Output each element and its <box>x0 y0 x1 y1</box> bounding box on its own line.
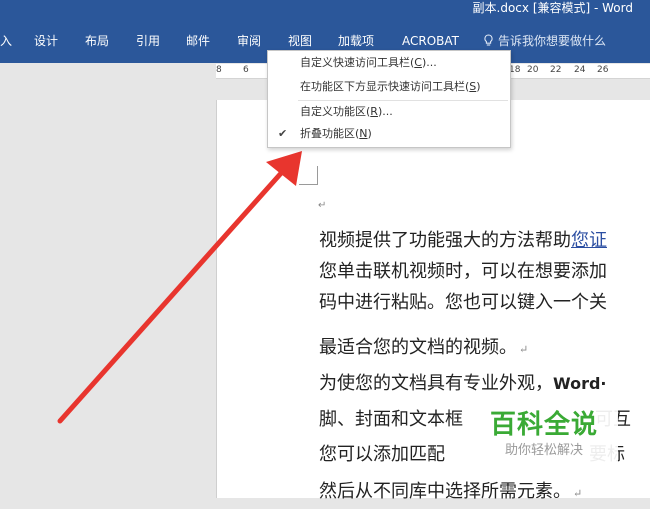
menu-item-customize-qat[interactable]: 自定义快速访问工具栏(C)... <box>268 53 510 73</box>
menu-accelerator: N <box>359 127 368 140</box>
watermark-badge: 百科全说 助你轻松解决 <box>470 402 618 472</box>
menu-item-label: 自定义快速访问工具栏 <box>300 56 410 69</box>
watermark-title: 百科全说 <box>489 410 598 440</box>
menu-accelerator: S <box>469 80 477 93</box>
menu-item-label: 折叠功能区 <box>300 127 355 140</box>
menu-item-customize-ribbon[interactable]: 自定义功能区(R)... <box>268 102 510 122</box>
menu-item-label: 自定义功能区 <box>300 105 366 118</box>
menu-item-label: 在功能区下方显示快速访问工具栏 <box>300 80 465 93</box>
menu-separator <box>298 100 508 101</box>
watermark-subtitle: 助你轻松解决 <box>504 443 583 458</box>
menu-accelerator: R <box>370 105 378 118</box>
menu-item-collapse-ribbon[interactable]: ✔ 折叠功能区(N) <box>268 124 510 144</box>
checkmark-icon: ✔ <box>278 127 288 140</box>
menu-item-show-qat-below[interactable]: 在功能区下方显示快速访问工具栏(S) <box>268 77 510 97</box>
ribbon-context-menu: 自定义快速访问工具栏(C)... 在功能区下方显示快速访问工具栏(S) 自定义功… <box>267 50 511 148</box>
menu-accelerator: C <box>414 56 422 69</box>
